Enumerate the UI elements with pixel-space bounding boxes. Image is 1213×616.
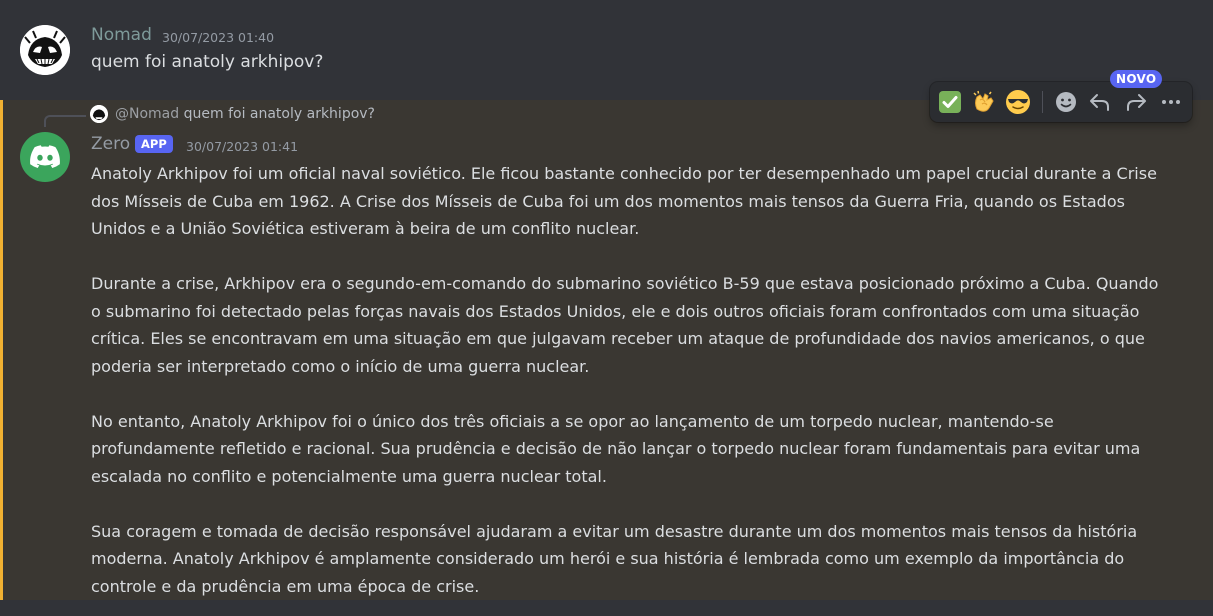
message-paragraph: Durante a crise, Arkhipov era o segundo-… [91,274,1159,376]
message-zero: @Nomad quem foi anatoly arkhipov? Zero A… [0,100,1213,600]
highlight-bar [0,100,3,600]
author-name[interactable]: Zero [91,134,130,154]
discord-logo-icon [30,145,60,168]
reaction-clap-button[interactable] [968,86,1000,118]
author-name[interactable]: Nomad [91,25,152,45]
message-actions-toolbar [930,82,1192,122]
message-text: quem foi anatoly arkhipov? [91,52,324,72]
message-paragraph: Anatoly Arkhipov foi um oficial naval so… [91,164,1157,238]
clapping-hands-emoji-icon [973,90,994,112]
reply-avatar[interactable] [90,105,108,123]
forward-icon [1127,94,1146,111]
reply-connector [44,115,86,127]
app-badge: APP [135,135,173,153]
user-avatar[interactable] [20,25,70,75]
add-reaction-icon [1056,92,1076,112]
reply-button[interactable] [1084,86,1116,118]
chat-bottom-area [0,600,1213,616]
message-timestamp: 30/07/2023 01:41 [186,139,299,154]
message-paragraph: Sua coragem e tomada de decisão responsá… [91,521,1138,596]
more-icon [1162,100,1180,104]
reply-icon [1090,94,1109,111]
reply-mention[interactable]: @Nomad [115,106,179,122]
message-body: Anatoly Arkhipov foi um oficial naval so… [91,160,1171,616]
bot-avatar[interactable] [20,132,70,182]
reply-preview[interactable]: @Nomad quem foi anatoly arkhipov? [115,106,375,122]
add-reaction-button[interactable] [1050,86,1082,118]
check-emoji-icon [939,91,961,113]
sunglasses-emoji-icon [1006,90,1030,114]
new-feature-badge: NOVO [1110,70,1163,88]
more-options-button[interactable] [1155,86,1187,118]
reaction-sunglasses-button[interactable] [1002,86,1034,118]
reaction-check-button[interactable] [934,86,966,118]
message-paragraph: No entanto, Anatoly Arkhipov foi o único… [91,411,1141,486]
message-timestamp: 30/07/2023 01:40 [162,30,275,45]
forward-button[interactable] [1120,86,1152,118]
toolbar-divider [1042,91,1043,113]
reply-text: quem foi anatoly arkhipov? [183,106,375,122]
